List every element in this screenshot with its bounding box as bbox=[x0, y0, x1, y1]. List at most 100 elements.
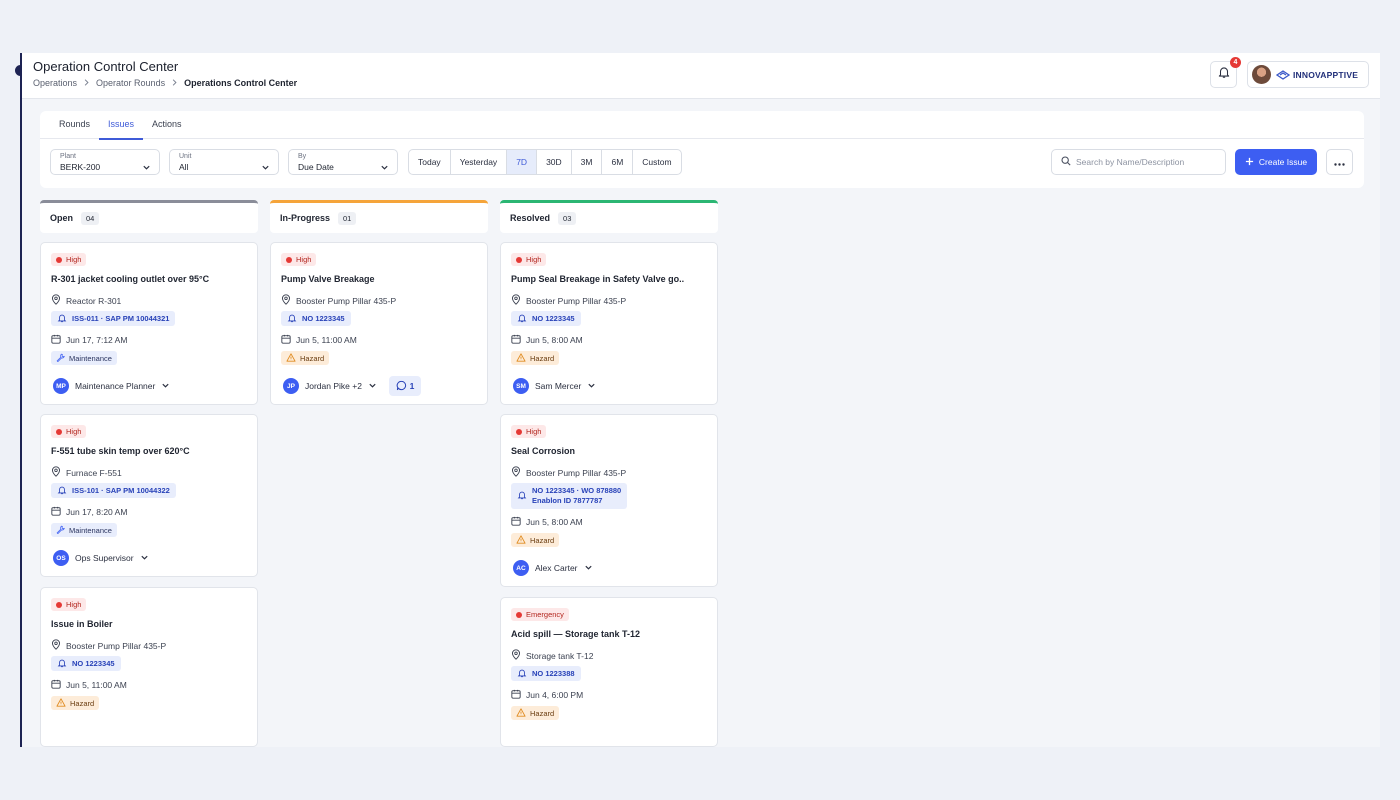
issue-card[interactable]: Emergency Acid spill — Storage tank T-12… bbox=[500, 597, 718, 747]
location-text: Storage tank T-12 bbox=[526, 650, 594, 661]
column-title: In-Progress bbox=[280, 213, 331, 223]
chevron-down-icon bbox=[584, 563, 593, 574]
bell-icon bbox=[57, 313, 67, 325]
brand-logo: INNOVAPPTIVE bbox=[1276, 70, 1358, 80]
breadcrumb-current: Operations Control Center bbox=[184, 78, 298, 88]
date-text: Jun 4, 6:00 PM bbox=[526, 690, 584, 700]
assignee-name: Ops Supervisor bbox=[75, 553, 134, 563]
priority-dot bbox=[516, 256, 522, 263]
more-options-button[interactable] bbox=[1326, 149, 1353, 175]
plant-select[interactable]: Plant BERK-200 bbox=[50, 149, 160, 175]
comment-count: 1 bbox=[409, 381, 415, 391]
bell-icon bbox=[1217, 65, 1231, 84]
reference-badge[interactable]: NO 1223345 bbox=[511, 311, 581, 326]
unit-select-label: Unit bbox=[179, 153, 192, 160]
warning-icon bbox=[56, 697, 66, 709]
priority-badge: High bbox=[51, 425, 87, 438]
location-pin-icon bbox=[51, 294, 61, 307]
issue-card[interactable]: High Pump Seal Breakage in Safety Valve … bbox=[500, 242, 718, 405]
bell-icon bbox=[57, 485, 67, 497]
chevron-down-icon bbox=[587, 381, 596, 392]
assignee-dropdown[interactable]: AC Alex Carter bbox=[513, 560, 593, 576]
range-30d[interactable]: 30D bbox=[537, 150, 572, 174]
reference-badge[interactable]: NO 1223345 bbox=[51, 656, 121, 671]
range-custom[interactable]: Custom bbox=[633, 150, 680, 174]
date-text: Jun 5, 11:00 AM bbox=[66, 680, 127, 690]
range-yesterday[interactable]: Yesterday bbox=[451, 150, 508, 174]
warning-icon bbox=[516, 534, 526, 546]
by-select[interactable]: By Due Date bbox=[288, 149, 398, 175]
issue-card[interactable]: High R-301 jacket cooling outlet over 95… bbox=[40, 242, 258, 405]
reference-badge[interactable]: ISS-011 · SAP PM 10044321 bbox=[51, 311, 176, 326]
unit-select[interactable]: Unit All bbox=[169, 149, 279, 175]
range-3m[interactable]: 3M bbox=[572, 150, 603, 174]
warning-icon bbox=[516, 352, 526, 364]
range-6m[interactable]: 6M bbox=[602, 150, 634, 174]
priority-badge: High bbox=[511, 425, 547, 438]
location-row: Booster Pump Pillar 435-P bbox=[511, 294, 626, 307]
location-text: Booster Pump Pillar 435-P bbox=[66, 640, 167, 651]
date-row: Jun 5, 11:00 AM bbox=[51, 679, 127, 691]
location-row: Booster Pump Pillar 435-P bbox=[511, 466, 626, 479]
date-row: Jun 17, 7:12 AM bbox=[51, 334, 127, 346]
assignee-dropdown[interactable]: OS Ops Supervisor bbox=[53, 550, 149, 566]
chevron-down-icon bbox=[368, 381, 377, 392]
assignee-avatar: OS bbox=[53, 550, 69, 566]
brand-logo-icon bbox=[1276, 69, 1290, 80]
tag-label: Hazard bbox=[530, 535, 555, 545]
bell-icon bbox=[287, 313, 297, 325]
range-today[interactable]: Today bbox=[409, 150, 451, 174]
assignee-dropdown[interactable]: JP Jordan Pike +2 bbox=[283, 378, 377, 394]
wrench-icon bbox=[56, 525, 65, 536]
priority-badge: High bbox=[281, 253, 317, 266]
column-title: Open bbox=[50, 213, 74, 223]
location-row: Booster Pump Pillar 435-P bbox=[51, 639, 166, 652]
reference-text: NO 1223388 bbox=[532, 668, 575, 678]
reference-badge[interactable]: ISS-101 · SAP PM 10044322 bbox=[51, 483, 176, 498]
location-row: Storage tank T-12 bbox=[511, 649, 593, 662]
breadcrumb-operations[interactable]: Operations bbox=[33, 78, 77, 88]
create-issue-button[interactable]: Create Issue bbox=[1235, 149, 1317, 175]
date-text: Jun 5, 11:00 AM bbox=[296, 335, 357, 345]
reference-badge[interactable]: NO 1223345 bbox=[281, 311, 351, 326]
issue-title: Seal Corrosion bbox=[511, 446, 576, 456]
priority-label: High bbox=[66, 255, 82, 264]
issue-card[interactable]: High Pump Valve Breakage Booster Pump Pi… bbox=[270, 242, 488, 405]
location-pin-icon bbox=[511, 649, 521, 662]
date-row: Jun 17, 8:20 AM bbox=[51, 506, 127, 518]
range-7d[interactable]: 7D bbox=[507, 150, 538, 174]
chevron-right-icon bbox=[171, 78, 178, 88]
priority-dot bbox=[56, 428, 62, 435]
category-tag: Hazard bbox=[511, 706, 560, 720]
profile-menu[interactable]: INNOVAPPTIVE bbox=[1247, 61, 1369, 88]
comments-button[interactable]: 1 bbox=[389, 376, 421, 396]
tab-actions[interactable]: Actions bbox=[143, 111, 191, 139]
reference-badge[interactable]: NO 1223345 · WO 878880 Enablon ID 787778… bbox=[511, 483, 628, 509]
assignee-dropdown[interactable]: SM Sam Mercer bbox=[513, 378, 596, 394]
column-title: Resolved bbox=[510, 213, 551, 223]
tab-issues[interactable]: Issues bbox=[99, 111, 144, 140]
date-range-toggle: Today Yesterday 7D 30D 3M 6M Custom bbox=[408, 149, 682, 175]
issue-title: Issue in Boiler bbox=[51, 619, 113, 629]
priority-dot bbox=[516, 428, 522, 435]
issue-card[interactable]: High Issue in Boiler Booster Pump Pillar… bbox=[40, 587, 258, 747]
category-tag: Maintenance bbox=[51, 351, 117, 365]
breadcrumb-operator-rounds[interactable]: Operator Rounds bbox=[96, 78, 165, 88]
location-pin-icon bbox=[51, 466, 61, 479]
reference-line-2: Enablon ID 7877787 bbox=[532, 496, 603, 505]
priority-label: High bbox=[526, 427, 542, 436]
column-in-progress: In-Progress 01 High Pump Valve Breakage … bbox=[270, 200, 488, 405]
issue-card[interactable]: High Seal Corrosion Booster Pump Pillar … bbox=[500, 414, 718, 587]
reference-text: NO 1223345 · WO 878880 Enablon ID 787778… bbox=[532, 486, 621, 506]
column-open: Open 04 High R-301 jacket cooling outlet… bbox=[40, 200, 258, 747]
issue-card[interactable]: High F-551 tube skin temp over 620°C Fur… bbox=[40, 414, 258, 577]
calendar-icon bbox=[511, 334, 521, 346]
reference-badge[interactable]: NO 1223388 bbox=[511, 666, 581, 681]
search-input[interactable] bbox=[1076, 157, 1221, 167]
bell-icon bbox=[517, 668, 527, 680]
tab-rounds[interactable]: Rounds bbox=[50, 111, 99, 139]
assignee-dropdown[interactable]: MP Maintenance Planner bbox=[53, 378, 170, 394]
assignee-name: Maintenance Planner bbox=[75, 381, 156, 391]
notifications-button[interactable]: 4 bbox=[1210, 57, 1241, 88]
tag-label: Maintenance bbox=[69, 525, 112, 535]
